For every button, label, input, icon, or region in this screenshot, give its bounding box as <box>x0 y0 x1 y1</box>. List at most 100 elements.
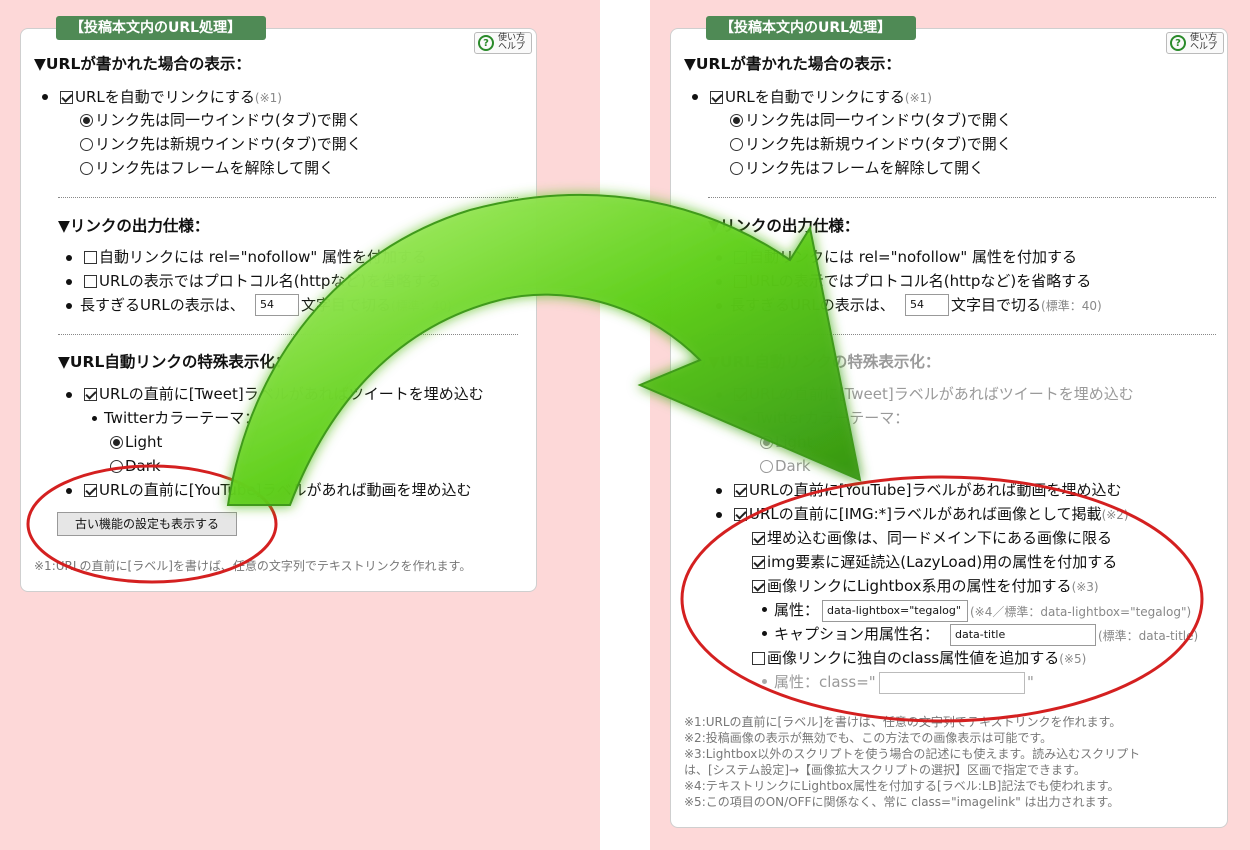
help-button[interactable]: ? 使い方 ヘルプ <box>1166 32 1224 54</box>
auto-link-checkbox[interactable] <box>710 91 723 104</box>
radio-frame-break[interactable]: リンク先はフレームを解除して開く <box>730 158 984 178</box>
same-domain-checkbox[interactable] <box>752 532 765 545</box>
bullet <box>762 679 767 684</box>
bullet <box>716 488 722 494</box>
img-label-checkbox[interactable] <box>734 508 747 521</box>
youtube-option[interactable]: URLの直前に[YouTube]ラベルがあれば動画を埋め込む <box>84 480 471 500</box>
bullet <box>92 416 97 421</box>
theme-dark-label: Dark <box>775 457 811 475</box>
bullet <box>66 488 72 494</box>
radio-new-button[interactable] <box>80 138 93 151</box>
long-url-length-input[interactable]: 54 <box>905 294 949 316</box>
theme-dark-radio[interactable] <box>760 460 773 473</box>
tweet-option[interactable]: URLの直前に[Tweet]ラベルがあればツイートを埋め込む <box>84 384 484 404</box>
bullet <box>716 303 722 309</box>
class-attr-input[interactable] <box>879 672 1025 694</box>
bullet <box>66 279 72 285</box>
theme-light-label: Light <box>775 433 813 451</box>
bullet <box>762 607 767 612</box>
caption-note: (標準：data-title) <box>1098 629 1199 643</box>
tweet-checkbox[interactable] <box>734 388 747 401</box>
youtube-checkbox[interactable] <box>84 484 97 497</box>
long-url-suffix-label: 文字目で切る <box>951 296 1042 314</box>
radio-same-button[interactable] <box>80 114 93 127</box>
bullet <box>762 631 767 636</box>
omit-protocol-checkbox[interactable] <box>84 275 97 288</box>
img-label-option[interactable]: URLの直前に[IMG:*]ラベルがあれば画像として掲載(※2) <box>734 504 1129 525</box>
theme-dark-option[interactable]: Dark <box>760 456 811 476</box>
omit-protocol-option[interactable]: URLの表示ではプロトコル名(httpなど)を省略する <box>734 271 1091 291</box>
class-attr-suffix: " <box>1027 673 1034 691</box>
nofollow-option[interactable]: 自動リンクには rel="nofollow" 属性を付加する <box>734 247 1077 267</box>
auto-link-option[interactable]: URLを自動でリンクにする(※1) <box>60 87 282 108</box>
long-url-suffix: 文字目で切る(標準：40) <box>951 295 1102 316</box>
nofollow-checkbox[interactable] <box>84 251 97 264</box>
nofollow-option[interactable]: 自動リンクには rel="nofollow" 属性を付加する <box>84 247 427 267</box>
class-attr-option[interactable]: 画像リンクに独自のclass属性値を追加する(※5) <box>752 648 1086 669</box>
theme-dark-option[interactable]: Dark <box>110 456 161 476</box>
theme-light-option[interactable]: Light <box>110 432 162 452</box>
footnote-3-cont: は、[システム設定]→【画像拡大スクリプトの選択】区画で指定できます。 <box>684 763 1086 777</box>
lazyload-label: img要素に遅延読込(LazyLoad)用の属性を付加する <box>767 553 1118 571</box>
help-button[interactable]: ? 使い方 ヘルプ <box>474 32 532 54</box>
note-ref-1: (※1) <box>254 91 282 105</box>
show-old-settings-button[interactable]: 古い機能の設定も表示する <box>57 512 237 536</box>
lightbox-checkbox[interactable] <box>752 580 765 593</box>
bullet <box>692 94 698 100</box>
long-url-length-input[interactable]: 54 <box>255 294 299 316</box>
auto-link-checkbox[interactable] <box>60 91 73 104</box>
divider <box>708 334 1216 335</box>
lazyload-option[interactable]: img要素に遅延読込(LazyLoad)用の属性を付加する <box>752 552 1117 572</box>
omit-protocol-checkbox[interactable] <box>734 275 747 288</box>
tweet-option[interactable]: URLの直前に[Tweet]ラベルがあればツイートを埋め込む <box>734 384 1134 404</box>
theme-dark-label: Dark <box>125 457 161 475</box>
lightbox-attr-input[interactable]: data-lightbox="tegalog" <box>822 600 968 622</box>
bullet <box>716 279 722 285</box>
heading-display: ▼URLが書かれた場合の表示： <box>34 55 251 73</box>
omit-protocol-label: URLの表示ではプロトコル名(httpなど)を省略する <box>749 272 1092 290</box>
radio-frame-button[interactable] <box>730 162 743 175</box>
radio-new-button[interactable] <box>730 138 743 151</box>
same-domain-option[interactable]: 埋め込む画像は、同一ドメイン下にある画像に限る <box>752 528 1112 548</box>
nofollow-label: 自動リンクには rel="nofollow" 属性を付加する <box>749 248 1078 266</box>
lazyload-checkbox[interactable] <box>752 556 765 569</box>
caption-attr-input[interactable]: data-title <box>950 624 1096 646</box>
radio-same-button[interactable] <box>730 114 743 127</box>
radio-new-window[interactable]: リンク先は新規ウインドウ(タブ)で開く <box>80 134 362 154</box>
lightbox-option[interactable]: 画像リンクにLightbox系用の属性を付加する(※3) <box>752 576 1099 597</box>
help-label-2: ヘルプ <box>1190 42 1218 52</box>
heading-output: ▼リンクの出力仕様： <box>58 217 210 235</box>
help-icon: ? <box>1170 35 1186 51</box>
theme-light-label: Light <box>125 433 163 451</box>
radio-same-window[interactable]: リンク先は同一ウインドウ(タブ)で開く <box>80 110 362 130</box>
attr-label: 属性： <box>774 601 820 619</box>
theme-light-option[interactable]: Light <box>760 432 812 452</box>
theme-light-radio[interactable] <box>760 436 773 449</box>
help-label-2: ヘルプ <box>498 42 526 52</box>
radio-frame-label: リンク先はフレームを解除して開く <box>95 159 335 177</box>
youtube-checkbox[interactable] <box>734 484 747 497</box>
theme-light-radio[interactable] <box>110 436 123 449</box>
radio-same-window[interactable]: リンク先は同一ウインドウ(タブ)で開く <box>730 110 1012 130</box>
omit-protocol-option[interactable]: URLの表示ではプロトコル名(httpなど)を省略する <box>84 271 441 291</box>
class-attr-checkbox[interactable] <box>752 652 765 665</box>
auto-link-label: URLを自動でリンクにする <box>725 88 905 106</box>
heading-special: ▼URL自動リンクの特殊表示化： <box>708 353 941 371</box>
youtube-option[interactable]: URLの直前に[YouTube]ラベルがあれば動画を埋め込む <box>734 480 1121 500</box>
tweet-checkbox[interactable] <box>84 388 97 401</box>
divider <box>58 334 518 335</box>
note-ref-5: (※5) <box>1059 652 1087 666</box>
radio-new-window[interactable]: リンク先は新規ウインドウ(タブ)で開く <box>730 134 1012 154</box>
bullet <box>66 303 72 309</box>
long-url-prefix: 長すぎるURLの表示は、 <box>730 296 895 314</box>
radio-frame-break[interactable]: リンク先はフレームを解除して開く <box>80 158 334 178</box>
radio-frame-label: リンク先はフレームを解除して開く <box>745 159 985 177</box>
radio-frame-button[interactable] <box>80 162 93 175</box>
footnote-1: ※1:URLの直前に[ラベル]を書けば、任意の文字列でテキストリンクを作れます。 <box>684 715 1122 729</box>
tweet-label: URLの直前に[Tweet]ラベルがあればツイートを埋め込む <box>749 385 1134 403</box>
theme-dark-radio[interactable] <box>110 460 123 473</box>
nofollow-checkbox[interactable] <box>734 251 747 264</box>
lightbox-label: 画像リンクにLightbox系用の属性を付加する <box>767 577 1072 595</box>
auto-link-option[interactable]: URLを自動でリンクにする(※1) <box>710 87 932 108</box>
nofollow-label: 自動リンクには rel="nofollow" 属性を付加する <box>99 248 428 266</box>
